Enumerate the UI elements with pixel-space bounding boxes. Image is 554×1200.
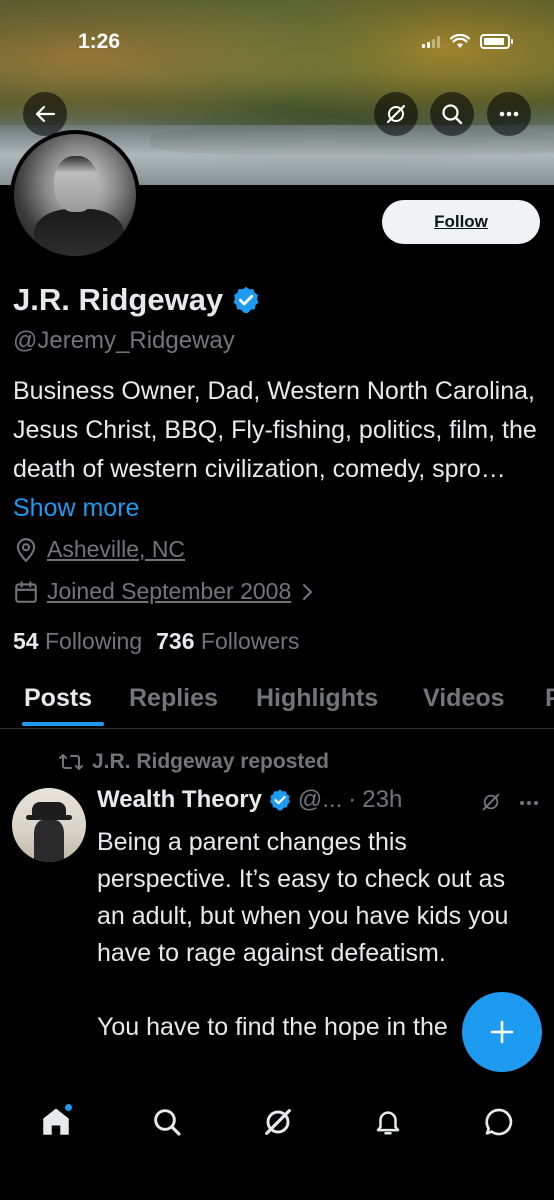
profile-name-row: J.R. Ridgeway [13,282,261,318]
profile-handle: @Jeremy_Ridgeway [13,327,235,354]
grok-button[interactable] [374,92,418,136]
status-bar: 1:26 [0,0,554,80]
tab-posts[interactable]: Posts [24,684,92,713]
post-timestamp[interactable]: 23h [362,786,402,814]
message-icon [485,1108,513,1136]
arrow-left-icon [35,105,56,123]
post-paragraph: Being a parent changes this perspective.… [97,828,509,967]
tab-highlights[interactable]: Highlights [256,684,378,713]
verified-badge-icon[interactable] [231,285,261,315]
tabs-divider [0,728,554,729]
profile-display-name: J.R. Ridgeway [13,282,224,317]
home-notification-dot [65,1104,72,1111]
search-icon [442,104,463,125]
back-button[interactable] [23,92,67,136]
following-count: 54 [13,628,39,654]
nav-search[interactable] [145,1100,189,1144]
follow-button[interactable]: Follow [382,200,540,244]
wifi-icon [450,34,470,48]
nav-notifications[interactable] [366,1100,410,1144]
post-author-handle[interactable]: @... [298,786,342,814]
avatar-figure-body [34,209,124,256]
profile-location-row: Asheville, NC [13,536,185,563]
chevron-right-icon [303,583,313,600]
profile-avatar[interactable] [10,130,140,260]
grok-icon [386,104,406,124]
status-icons [422,34,513,49]
plus-icon [490,1020,514,1044]
followers-count-link[interactable]: 736 Followers [156,628,299,655]
repost-label: J.R. Ridgeway reposted [92,750,329,773]
post-header: Wealth Theory @... · 23h [97,786,402,814]
search-icon [154,1109,181,1136]
grok-icon [265,1109,291,1135]
tab-videos[interactable]: Videos [423,684,505,713]
post-grok-icon[interactable] [481,792,501,812]
battery-icon [480,34,513,49]
signal-icon [422,35,440,48]
profile-joined-date[interactable]: Joined September 2008 [47,578,291,605]
nav-home[interactable] [34,1100,78,1144]
verified-badge-icon [269,789,290,811]
bottom-navigation [0,1080,554,1200]
bio-text: Business Owner, Dad, Western North Carol… [13,377,537,483]
profile-tabs: Posts Replies Highlights Videos P [0,678,554,728]
search-button[interactable] [430,92,474,136]
followers-label: Followers [200,628,300,654]
more-icon [499,111,519,117]
post-avatar-hat-brim [26,815,72,820]
post-body: Being a parent changes this perspective.… [97,824,527,1083]
avatar-figure-face [54,156,98,212]
bell-icon [376,1111,400,1135]
post-more-icon[interactable] [518,800,540,806]
nav-messages[interactable] [477,1100,521,1144]
following-label: Following [44,628,143,654]
status-time: 1:26 [78,30,121,53]
location-pin-icon [16,537,36,562]
repost-icon [59,754,83,770]
more-button[interactable] [487,92,531,136]
profile-location[interactable]: Asheville, NC [47,536,185,563]
tab-partial[interactable]: P [545,684,554,713]
compose-button[interactable] [462,992,542,1072]
repost-indicator[interactable]: J.R. Ridgeway reposted [58,750,329,774]
followers-count: 736 [156,628,195,654]
post-avatar-figure [34,820,64,862]
profile-bio: Business Owner, Dad, Western North Carol… [13,372,543,528]
post-author-name[interactable]: Wealth Theory [97,786,262,814]
active-tab-indicator [22,722,104,726]
following-count-link[interactable]: 54 Following [13,628,142,655]
post-author-avatar[interactable] [12,788,86,862]
post-separator: · [348,786,357,813]
show-more-link[interactable]: Show more [13,494,139,522]
profile-counts: 54 Following 736 Followers [13,628,299,655]
nav-grok[interactable] [256,1100,300,1144]
profile-joined-row[interactable]: Joined September 2008 [13,578,315,605]
calendar-icon [15,580,37,603]
tab-replies[interactable]: Replies [129,684,218,713]
